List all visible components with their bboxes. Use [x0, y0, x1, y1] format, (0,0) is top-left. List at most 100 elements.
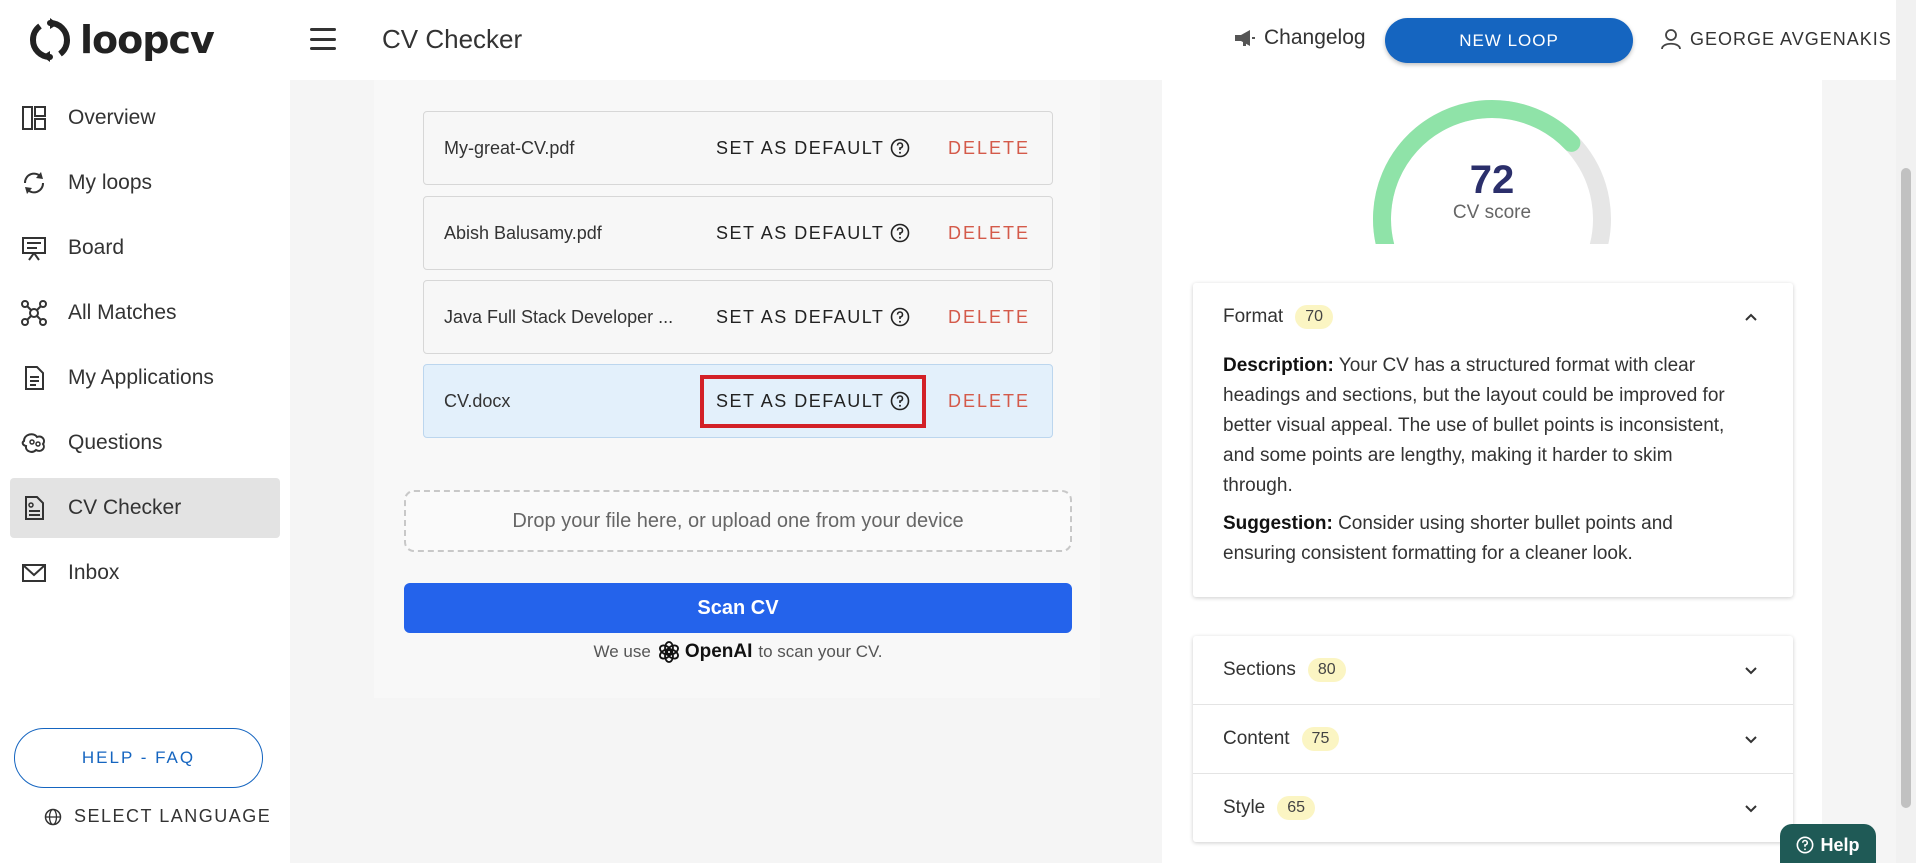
- sidebar-item-overview[interactable]: Overview: [10, 88, 280, 148]
- score-badge: 80: [1307, 658, 1346, 682]
- sidebar-item-label: My loops: [68, 171, 153, 194]
- set-as-default-button[interactable]: SET AS DEFAULT: [699, 374, 927, 428]
- cv-icon: [25, 496, 44, 520]
- set-as-default-label: SET AS DEFAULT: [716, 306, 885, 327]
- accordion-header-style[interactable]: Style 65: [1193, 774, 1793, 842]
- chevron-down-icon: [1745, 667, 1757, 675]
- accordion-header-sections[interactable]: Sections 80: [1193, 636, 1793, 704]
- section-title: Content: [1223, 728, 1290, 749]
- help-circle-icon: [1797, 836, 1814, 854]
- sidebar-item-label: All Matches: [68, 301, 177, 324]
- cv-file-row[interactable]: My-great-CV.pdf SET AS DEFAULT DELETE: [423, 111, 1053, 185]
- accordion-group: Sections 80 Content 75 Style 65: [1193, 636, 1793, 842]
- menu-toggle-icon[interactable]: [310, 28, 336, 50]
- section-title: Style: [1223, 797, 1266, 818]
- cv-file-row-selected[interactable]: CV.docx SET AS DEFAULT DELETE: [423, 364, 1053, 438]
- select-language-label: SELECT LANGUAGE: [74, 806, 272, 826]
- help-circle-icon[interactable]: [890, 138, 910, 158]
- help-faq-button[interactable]: HELP - FAQ: [14, 728, 263, 788]
- page-title: CV Checker: [382, 24, 523, 54]
- accordion-format: Format 70 Description: Your CV has a str…: [1193, 283, 1793, 597]
- sidebar-item-my-applications[interactable]: My Applications: [10, 348, 280, 408]
- loop-logo-icon: [30, 18, 70, 62]
- app-header: loopcv CV Checker Changelog NEW LOOP GEO…: [0, 0, 1896, 80]
- accordion-header-content[interactable]: Content 75: [1193, 705, 1793, 773]
- cv-file-row[interactable]: Java Full Stack Developer ... SET AS DEF…: [423, 280, 1053, 354]
- sidebar-item-board[interactable]: Board: [10, 218, 280, 278]
- set-as-default-label: SET AS DEFAULT: [716, 222, 885, 243]
- sidebar-item-all-matches[interactable]: All Matches: [10, 283, 280, 343]
- delete-button[interactable]: DELETE: [948, 307, 1030, 328]
- scrollbar-thumb[interactable]: [1901, 168, 1911, 808]
- file-name: My-great-CV.pdf: [444, 137, 575, 158]
- score-badge: 65: [1277, 796, 1316, 820]
- set-as-default-button[interactable]: SET AS DEFAULT: [716, 223, 910, 244]
- mail-icon: [22, 564, 46, 582]
- help-widget-label: Help: [1820, 834, 1860, 855]
- score-badge: 70: [1295, 305, 1333, 329]
- delete-button[interactable]: DELETE: [948, 223, 1030, 244]
- description-label: Description:: [1223, 355, 1334, 376]
- changelog-link[interactable]: Changelog: [1234, 26, 1366, 50]
- cv-score-value: 72: [1469, 158, 1515, 202]
- logo[interactable]: loopcv: [28, 18, 215, 62]
- megaphone-icon: [1235, 30, 1255, 46]
- help-widget-button[interactable]: Help: [1780, 824, 1876, 863]
- file-dropzone[interactable]: Drop your file here, or upload one from …: [404, 490, 1072, 552]
- openai-brand: OpenAI: [657, 640, 753, 664]
- openai-note: We use OpenAI to scan your CV.: [404, 640, 1072, 664]
- help-circle-icon[interactable]: [890, 391, 910, 411]
- select-language-button[interactable]: SELECT LANGUAGE: [44, 806, 271, 827]
- cv-file-row[interactable]: Abish Balusamy.pdf SET AS DEFAULT DELETE: [423, 196, 1053, 270]
- set-as-default-label: SET AS DEFAULT: [716, 390, 885, 411]
- file-name: Abish Balusamy.pdf: [444, 222, 602, 243]
- sidebar-item-cv-checker[interactable]: CV Checker: [10, 478, 280, 538]
- sidebar-item-label: Board: [68, 236, 125, 259]
- description-paragraph: Description: Your CV has a structured fo…: [1223, 351, 1743, 501]
- set-as-default-button[interactable]: SET AS DEFAULT: [716, 307, 910, 328]
- loop-icon: [23, 172, 45, 194]
- overview-icon: [22, 106, 46, 130]
- delete-button[interactable]: DELETE: [948, 391, 1030, 412]
- accordion-header-format[interactable]: Format 70: [1193, 283, 1793, 351]
- chevron-down-icon: [1745, 736, 1757, 744]
- sidebar-item-my-loops[interactable]: My loops: [10, 153, 280, 213]
- delete-button[interactable]: DELETE: [948, 138, 1030, 159]
- chevron-down-icon: [1745, 805, 1757, 813]
- sidebar-item-label: Overview: [68, 106, 156, 129]
- chevron-up-icon: [1745, 313, 1757, 321]
- logo-text: loopcv: [80, 18, 215, 62]
- document-icon: [25, 366, 44, 390]
- sidebar-item-label: My Applications: [68, 366, 214, 389]
- openai-label: OpenAI: [684, 641, 753, 662]
- sidebar-item-label: Questions: [68, 431, 163, 454]
- sidebar: Overview My loops Board All Matches My A…: [0, 80, 290, 863]
- suggestion-label: Suggestion:: [1223, 513, 1333, 534]
- description-text: Your CV has a structured format with cle…: [1223, 355, 1725, 496]
- globe-icon: [44, 808, 62, 825]
- network-icon: [21, 300, 47, 326]
- scan-cv-button[interactable]: Scan CV: [404, 583, 1072, 633]
- set-as-default-button[interactable]: SET AS DEFAULT: [716, 138, 910, 159]
- new-loop-button[interactable]: NEW LOOP: [1385, 18, 1633, 63]
- note-prefix: We use: [593, 642, 651, 661]
- suggestion-paragraph: Suggestion: Consider using shorter bulle…: [1223, 509, 1743, 569]
- board-icon: [22, 237, 46, 261]
- file-name: CV.docx: [444, 390, 511, 411]
- help-circle-icon[interactable]: [890, 223, 910, 243]
- set-as-default-label: SET AS DEFAULT: [716, 137, 885, 158]
- sidebar-item-label: Inbox: [68, 561, 120, 584]
- score-badge: 75: [1301, 727, 1340, 751]
- sidebar-item-questions[interactable]: Questions: [10, 413, 280, 473]
- user-icon: [1661, 29, 1681, 50]
- accordion-body-format: Description: Your CV has a structured fo…: [1193, 351, 1793, 597]
- help-circle-icon[interactable]: [890, 307, 910, 327]
- sidebar-item-inbox[interactable]: Inbox: [10, 543, 280, 603]
- section-title: Format: [1223, 306, 1284, 327]
- user-menu[interactable]: GEORGE AVGENAKIS: [1660, 28, 1892, 50]
- note-suffix: to scan your CV.: [758, 642, 883, 661]
- user-name: GEORGE AVGENAKIS: [1690, 28, 1892, 49]
- questions-icon: [21, 433, 46, 453]
- file-name: Java Full Stack Developer ...: [444, 306, 674, 327]
- openai-logo-icon: [658, 641, 679, 663]
